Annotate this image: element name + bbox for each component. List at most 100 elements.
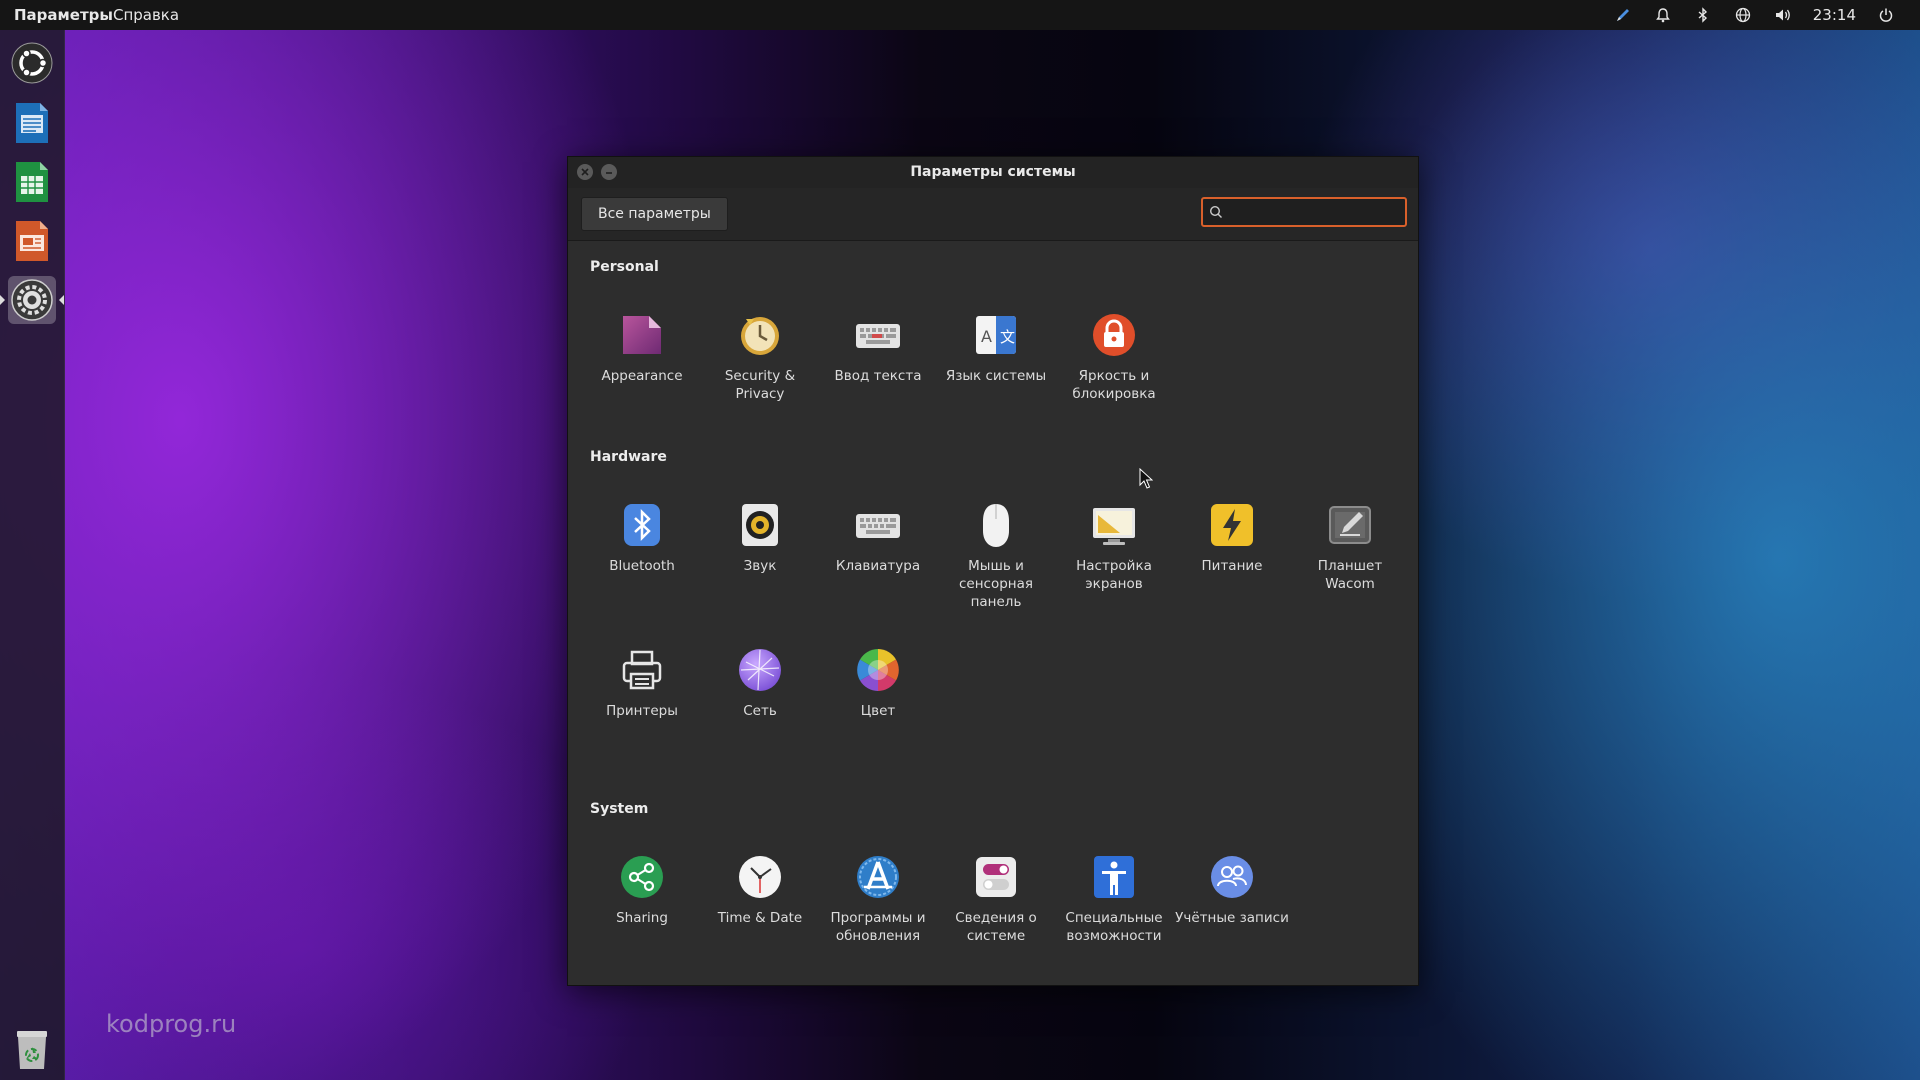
window-toolbar: Все параметры xyxy=(568,188,1418,241)
clock[interactable]: 23:14 xyxy=(1803,6,1866,24)
printer-icon xyxy=(622,650,662,690)
running-indicator xyxy=(0,295,5,305)
sharing-icon xyxy=(621,856,663,898)
item-sharing[interactable]: Sharing xyxy=(583,853,701,927)
bell-icon[interactable] xyxy=(1643,0,1683,30)
item-accessibility[interactable]: Специальные возможности xyxy=(1055,853,1173,945)
item-label: Специальные возможности xyxy=(1065,910,1163,944)
item-power[interactable]: Питание xyxy=(1173,501,1291,575)
network-icon xyxy=(739,649,781,691)
item-label: Time & Date xyxy=(717,910,803,926)
item-label: Планшет Wacom xyxy=(1317,558,1383,592)
item-label: Sharing xyxy=(616,910,668,926)
calc-icon[interactable] xyxy=(8,158,56,206)
app-menu-help[interactable]: Справка xyxy=(113,6,179,24)
section-personal-title: Personal xyxy=(590,259,659,275)
language-icon: A文 xyxy=(976,316,1016,354)
item-color[interactable]: Цвет xyxy=(819,646,937,720)
svg-text:文: 文 xyxy=(1000,328,1015,346)
impress-icon[interactable] xyxy=(8,217,56,265)
item-mouse-touchpad[interactable]: Мышь и сенсорная панель xyxy=(937,501,1055,611)
brightness-lock-icon xyxy=(1093,314,1135,356)
settings-icon[interactable] xyxy=(8,276,56,324)
item-language[interactable]: A文 Язык системы xyxy=(937,311,1055,385)
wacom-icon xyxy=(1329,506,1371,544)
watermark-text: kodprog.ru xyxy=(106,1010,237,1038)
item-sound[interactable]: Звук xyxy=(701,501,819,575)
clock-icon xyxy=(739,856,781,898)
power-icon[interactable] xyxy=(1866,0,1906,30)
software-updates-icon xyxy=(857,856,899,898)
all-settings-button[interactable]: Все параметры xyxy=(581,197,728,231)
item-software-updates[interactable]: Программы и обновления xyxy=(819,853,937,945)
item-label: Сведения о системе xyxy=(955,910,1037,944)
text-entry-icon xyxy=(856,324,900,348)
pen-icon[interactable] xyxy=(1603,0,1643,30)
item-bluetooth[interactable]: Bluetooth xyxy=(583,501,701,575)
user-accounts-icon xyxy=(1211,856,1253,898)
item-keyboard[interactable]: Клавиатура xyxy=(819,501,937,575)
writer-icon[interactable] xyxy=(8,99,56,147)
color-icon xyxy=(857,649,899,691)
item-label: Security & Privacy xyxy=(724,368,796,402)
item-text-entry[interactable]: Ввод текста xyxy=(819,311,937,385)
item-label: Сеть xyxy=(743,703,777,719)
window-titlebar[interactable]: Параметры системы xyxy=(568,157,1418,188)
item-label: Программы и обновления xyxy=(830,910,926,944)
item-printers[interactable]: Принтеры xyxy=(583,646,701,720)
settings-content: Personal Appearance Security & Privacy В… xyxy=(568,241,1418,985)
top-panel: Параметры Справка 23:14 xyxy=(0,0,1920,30)
item-label: Принтеры xyxy=(606,703,678,719)
volume-icon[interactable] xyxy=(1763,0,1803,30)
item-label: Bluetooth xyxy=(609,558,675,574)
bluetooth-icon[interactable] xyxy=(1683,0,1723,30)
item-label: Звук xyxy=(743,558,777,574)
mouse-icon xyxy=(983,504,1009,547)
window-title: Параметры системы xyxy=(910,164,1076,180)
launcher xyxy=(0,30,65,1080)
item-wacom[interactable]: Планшет Wacom xyxy=(1291,501,1409,593)
item-label: Яркость и блокировка xyxy=(1072,368,1156,402)
item-label: Мышь и сенсорная панель xyxy=(958,558,1034,610)
power-settings-icon xyxy=(1211,504,1253,546)
item-label: Настройка экранов xyxy=(1076,558,1152,592)
item-label: Клавиатура xyxy=(835,558,921,574)
item-displays[interactable]: Настройка экранов xyxy=(1055,501,1173,593)
app-menu-bar: Параметры Справка xyxy=(14,6,179,24)
item-appearance[interactable]: Appearance xyxy=(583,311,701,385)
item-label: Учётные записи xyxy=(1175,910,1289,926)
item-user-accounts[interactable]: Учётные записи xyxy=(1173,853,1291,927)
ubuntu-dash-icon[interactable] xyxy=(8,39,56,87)
section-hardware-title: Hardware xyxy=(590,449,667,465)
app-menu-parameters[interactable]: Параметры xyxy=(14,6,113,24)
search-box[interactable] xyxy=(1201,197,1407,227)
item-brightness-lock[interactable]: Яркость и блокировка xyxy=(1055,311,1173,403)
system-details-icon xyxy=(976,857,1016,897)
system-tray: 23:14 xyxy=(1603,0,1906,30)
item-time-date[interactable]: Time & Date xyxy=(701,853,819,927)
item-label: Ввод текста xyxy=(834,368,922,384)
security-privacy-icon xyxy=(741,317,779,355)
appearance-icon xyxy=(623,316,661,354)
trash-icon[interactable] xyxy=(8,1025,56,1073)
globe-icon[interactable] xyxy=(1723,0,1763,30)
item-label: Appearance xyxy=(601,368,683,384)
settings-window: Параметры системы Все параметры Personal… xyxy=(567,156,1419,986)
svg-text:A: A xyxy=(981,327,992,346)
accessibility-icon xyxy=(1094,856,1134,898)
item-system-details[interactable]: Сведения о системе xyxy=(937,853,1055,945)
item-label: Цвет xyxy=(860,703,896,719)
item-label: Питание xyxy=(1201,558,1263,574)
search-input[interactable] xyxy=(1229,202,1403,224)
bluetooth-icon xyxy=(624,504,660,546)
keyboard-icon xyxy=(856,514,900,538)
displays-icon xyxy=(1093,508,1135,545)
item-network[interactable]: Сеть xyxy=(701,646,819,720)
sound-icon xyxy=(742,504,778,546)
mouse-pointer-icon xyxy=(1139,468,1153,489)
search-icon xyxy=(1209,205,1222,218)
item-security-privacy[interactable]: Security & Privacy xyxy=(701,311,819,403)
section-system-title: System xyxy=(590,801,649,817)
item-label: Язык системы xyxy=(945,368,1047,384)
focused-indicator xyxy=(59,295,64,305)
